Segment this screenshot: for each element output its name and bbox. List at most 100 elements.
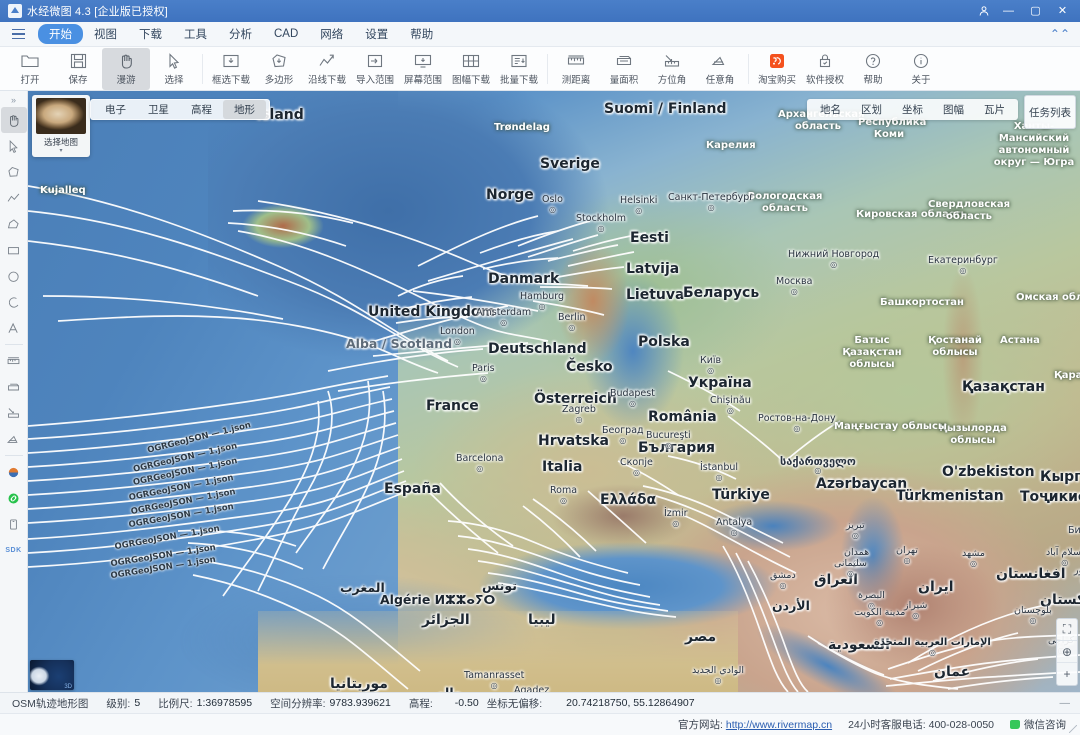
- user-account-icon[interactable]: [973, 0, 995, 22]
- scale-value: 1:36978595: [196, 697, 253, 709]
- rail-select-tool[interactable]: [1, 133, 27, 159]
- ribbon-taobao-buy-button[interactable]: 淘宝购买: [753, 48, 801, 90]
- rail-text-tool[interactable]: [1, 315, 27, 341]
- menu-item-network[interactable]: 网络: [309, 24, 354, 44]
- level-key: 级别:: [106, 697, 131, 710]
- ribbon-batch-download-button[interactable]: 批量下载: [495, 48, 543, 90]
- menu-item-settings[interactable]: 设置: [354, 24, 399, 44]
- rect-download-icon: [221, 51, 241, 71]
- ribbon-rect-download-button[interactable]: 框选下载: [207, 48, 255, 90]
- website-key: 官方网站:: [678, 719, 723, 731]
- rail-mobile-device[interactable]: [1, 511, 27, 537]
- wechat-label: 微信咨询: [1024, 719, 1066, 731]
- official-website: 官方网站: http://www.rivermap.cn: [678, 717, 832, 732]
- ribbon-save-label: 保存: [68, 75, 88, 86]
- map-annotation-tabs: 地名 区划 坐标 图幅 瓦片: [807, 99, 1018, 120]
- ribbon-pan-button[interactable]: 漫游: [102, 47, 150, 90]
- pan-hand-icon: [117, 51, 135, 71]
- tab-coordinates[interactable]: 坐标: [892, 100, 933, 119]
- rail-color-palette[interactable]: [1, 459, 27, 485]
- center-target-icon[interactable]: ⊕: [1057, 641, 1077, 663]
- menu-item-analysis[interactable]: 分析: [218, 24, 263, 44]
- zoom-in-icon[interactable]: +: [1057, 663, 1077, 685]
- close-button[interactable]: ✕: [1049, 0, 1076, 22]
- submarine-cable-layer: [28, 185, 1080, 692]
- website-link[interactable]: http://www.rivermap.cn: [726, 719, 832, 731]
- status-minus-icon[interactable]: —: [1060, 697, 1071, 709]
- ribbon-polygon-label: 多边形: [264, 75, 294, 86]
- ribbon-import-extent-label: 导入范围: [355, 75, 394, 86]
- folder-open-icon: [20, 51, 40, 71]
- ribbon-separator-2: [547, 53, 548, 84]
- rail-polyline-tool[interactable]: [1, 185, 27, 211]
- rail-pan-tool[interactable]: [0, 107, 27, 133]
- layer-tab-terrain[interactable]: 地形: [223, 100, 266, 119]
- ribbon-measure-distance-button[interactable]: 测距离: [552, 48, 600, 90]
- rail-azimuth-tool[interactable]: [1, 400, 27, 426]
- resize-grip[interactable]: [1069, 725, 1077, 733]
- menu-item-cad[interactable]: CAD: [263, 26, 309, 42]
- menu-item-start[interactable]: 开始: [38, 24, 83, 44]
- ribbon-map-sheet-download-button[interactable]: 图幅下载: [447, 48, 495, 90]
- tab-districts[interactable]: 区划: [851, 100, 892, 119]
- rail-rectangle-tool[interactable]: [1, 237, 27, 263]
- chevron-up-icon[interactable]: ⌃⌃: [1050, 27, 1070, 41]
- overview-map-selector[interactable]: 选择地图 ▾: [32, 95, 90, 157]
- ribbon-save-button[interactable]: 保存: [54, 48, 102, 90]
- ribbon-taobao-buy-label: 淘宝购买: [757, 75, 796, 86]
- ribbon-import-extent-button[interactable]: 导入范围: [351, 48, 399, 90]
- maximize-button[interactable]: ▢: [1022, 0, 1049, 22]
- ribbon-polyline-download-label: 沿线下载: [307, 75, 346, 86]
- wechat-consult[interactable]: 微信咨询: [1010, 717, 1066, 732]
- free-angle-icon: [6, 435, 18, 443]
- ribbon-separator-3: [748, 53, 749, 84]
- license-lock-icon: [816, 51, 834, 71]
- rail-measure-distance-tool[interactable]: [1, 348, 27, 374]
- ribbon-map-sheet-download-label: 图幅下载: [451, 75, 490, 86]
- ribbon-free-angle-label: 任意角: [705, 75, 735, 86]
- globe-3d-toggle[interactable]: 3D: [30, 660, 74, 690]
- ribbon-polygon-button[interactable]: 多边形: [255, 48, 303, 90]
- rail-freehand-tool[interactable]: [1, 211, 27, 237]
- tab-map-sheets[interactable]: 图幅: [933, 100, 974, 119]
- rail-sdk-button[interactable]: SDK: [1, 537, 27, 563]
- ribbon-help-label: 帮助: [863, 75, 883, 86]
- expand-chevrons-icon[interactable]: »: [11, 93, 16, 107]
- rail-link-tool[interactable]: [1, 485, 27, 511]
- tab-tiles[interactable]: 瓦片: [974, 100, 1015, 119]
- ribbon-azimuth-button[interactable]: 方位角: [648, 48, 696, 90]
- wechat-icon: [1010, 720, 1020, 729]
- rail-arc-tool[interactable]: [1, 289, 27, 315]
- rail-measure-area-tool[interactable]: [1, 374, 27, 400]
- rail-free-angle-tool[interactable]: [1, 426, 27, 452]
- ribbon-open-button[interactable]: 打开: [6, 48, 54, 90]
- ribbon-polyline-download-button[interactable]: 沿线下载: [303, 48, 351, 90]
- ribbon-about-button[interactable]: 关于: [897, 48, 945, 90]
- tab-placenames[interactable]: 地名: [810, 100, 851, 119]
- app-window: 水经微图 4.3 [企业版已授权] — ▢ ✕ 开始 视图 下载 工具 分析 C…: [0, 0, 1080, 735]
- ribbon-select-button[interactable]: 选择: [150, 48, 198, 90]
- ribbon-measure-area-button[interactable]: 量面积: [600, 48, 648, 90]
- ribbon-help-button[interactable]: 帮助: [849, 48, 897, 90]
- ribbon-license-button[interactable]: 软件授权: [801, 48, 849, 90]
- rail-polygon-tool[interactable]: [1, 159, 27, 185]
- fullscreen-extent-icon[interactable]: ⛶: [1057, 619, 1077, 641]
- menu-item-help[interactable]: 帮助: [399, 24, 444, 44]
- ribbon-screen-extent-button[interactable]: 屏幕范围: [399, 48, 447, 90]
- measure-area-icon: [8, 383, 19, 390]
- menu-item-download[interactable]: 下载: [128, 24, 173, 44]
- cursor-arrow-icon: [9, 139, 18, 153]
- map-viewport[interactable]: Island Suomi / Finland Sverige Norge Ees…: [28, 91, 1080, 692]
- ribbon-free-angle-button[interactable]: 任意角: [696, 48, 744, 90]
- layer-name-value: OSM轨迹地形图: [12, 697, 89, 710]
- layer-tab-electronic[interactable]: 电子: [94, 100, 137, 119]
- rail-circle-tool[interactable]: [1, 263, 27, 289]
- layer-tab-elevation[interactable]: 高程: [180, 100, 223, 119]
- layer-tab-satellite[interactable]: 卫星: [137, 100, 180, 119]
- menu-item-view[interactable]: 视图: [83, 24, 128, 44]
- task-list-button[interactable]: 任务列表: [1024, 95, 1076, 129]
- menu-item-tools[interactable]: 工具: [173, 24, 218, 44]
- minimize-button[interactable]: —: [995, 0, 1022, 22]
- left-tool-rail: » SDK: [0, 91, 28, 692]
- hamburger-menu-icon[interactable]: [6, 24, 30, 44]
